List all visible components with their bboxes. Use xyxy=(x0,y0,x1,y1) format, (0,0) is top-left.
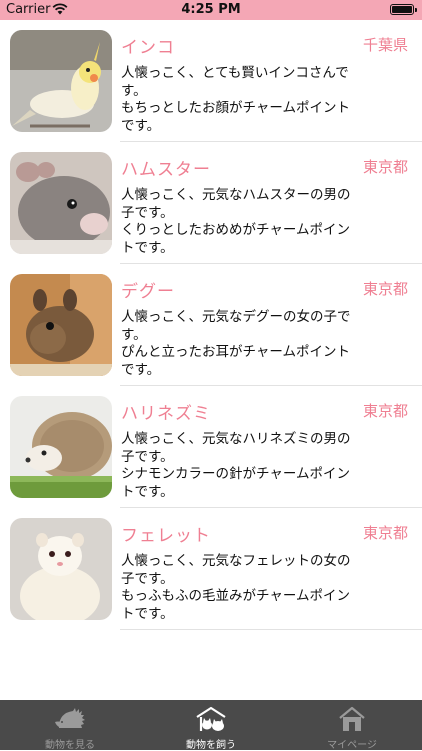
animal-description: 人懐っこく、元気なフェレットの女の 子です。 もっふもふの毛並みがチャームポイン… xyxy=(121,553,373,623)
tab-bar: 動物を見る 動物を飼う マイページ xyxy=(0,700,422,751)
description-line: 人懐っこく、元気なハリネズミの男の xyxy=(121,431,351,447)
description-line: ぴんと立ったお耳がチャームポイント xyxy=(121,344,350,360)
animal-name: フェレット xyxy=(121,526,211,546)
clock: 4:25 PM xyxy=(181,2,241,17)
description-line: もっふもふの毛並みがチャームポイン xyxy=(121,588,350,604)
description-line: トです。 xyxy=(121,239,174,256)
animal-photo-parakeet xyxy=(10,30,112,132)
animal-list: インコ 千葉県 人懐っこく、とても賢いインコさんで す。 もちっとしたお顔がチャ… xyxy=(0,20,422,630)
animal-name: デグー xyxy=(121,282,175,302)
animal-prefecture: 東京都 xyxy=(362,158,408,176)
animal-name: ハリネズミ xyxy=(121,404,211,424)
row-divider xyxy=(120,629,422,630)
tab-label: マイページ xyxy=(327,740,377,751)
animal-description: 人懐っこく、元気なハリネズミの男の 子です。 シナモンカラーの針がチャームポイン… xyxy=(121,431,373,501)
animal-prefecture: 東京都 xyxy=(362,524,408,542)
tab-label: 動物を飼う xyxy=(186,740,236,751)
tab-browse-animals[interactable]: 動物を見る xyxy=(0,700,140,751)
description-line: 人懐っこく、元気なフェレットの女の xyxy=(121,553,351,569)
animal-description: 人懐っこく、とても賢いインコさんで す。 もちっとしたお顔がチャームポイント で… xyxy=(121,65,373,135)
animal-prefecture: 東京都 xyxy=(362,402,408,420)
hedgehog-icon xyxy=(55,708,85,728)
description-line: くりっとしたおめめがチャームポイン xyxy=(121,222,350,238)
description-line: もちっとしたお顔がチャームポイント xyxy=(121,100,350,116)
description-line: です。 xyxy=(121,117,161,134)
animal-photo-hedgehog xyxy=(10,396,112,498)
description-line: す。 xyxy=(121,326,147,343)
animal-name: ハムスター xyxy=(121,160,211,180)
description-line: 子です。 xyxy=(121,570,174,587)
animal-photo-ferret xyxy=(10,518,112,620)
tab-adopt-animals[interactable]: 動物を飼う xyxy=(141,700,281,751)
home-icon xyxy=(339,706,365,731)
animal-photo-hamster xyxy=(10,152,112,254)
description-line: 人懐っこく、元気なデグーの女の子で xyxy=(121,309,351,325)
description-line: トです。 xyxy=(121,605,174,622)
house-animals-icon xyxy=(196,706,226,731)
description-line: シナモンカラーの針がチャームポイン xyxy=(121,466,350,482)
animal-photo-degu xyxy=(10,274,112,376)
animal-prefecture: 東京都 xyxy=(362,280,408,298)
description-line: 子です。 xyxy=(121,448,174,465)
list-item[interactable]: フェレット 東京都 人懐っこく、元気なフェレットの女の 子です。 もっふもふの毛… xyxy=(0,508,422,630)
description-line: 人懐っこく、とても賢いインコさんで xyxy=(121,65,349,81)
tab-my-page[interactable]: マイページ xyxy=(282,700,422,751)
description-line: 子です。 xyxy=(121,204,174,221)
description-line: トです。 xyxy=(121,483,174,500)
list-item[interactable]: ハリネズミ 東京都 人懐っこく、元気なハリネズミの男の 子です。 シナモンカラー… xyxy=(0,386,422,508)
tab-label: 動物を見る xyxy=(45,740,95,751)
description-line: 人懐っこく、元気なハムスターの男の xyxy=(121,187,351,203)
list-item[interactable]: ハムスター 東京都 人懐っこく、元気なハムスターの男の 子です。 くりっとしたお… xyxy=(0,142,422,264)
animal-description: 人懐っこく、元気なハムスターの男の 子です。 くりっとしたおめめがチャームポイン… xyxy=(121,187,373,257)
animal-name: インコ xyxy=(121,38,175,58)
battery-icon xyxy=(390,4,417,15)
status-bar: Carrier 4:25 PM xyxy=(0,0,422,20)
list-item[interactable]: インコ 千葉県 人懐っこく、とても賢いインコさんで す。 もちっとしたお顔がチャ… xyxy=(0,20,422,142)
description-line: す。 xyxy=(121,82,147,99)
animal-prefecture: 千葉県 xyxy=(362,36,408,54)
animal-description: 人懐っこく、元気なデグーの女の子で す。 ぴんと立ったお耳がチャームポイント で… xyxy=(121,309,373,379)
description-line: です。 xyxy=(121,361,161,378)
list-item[interactable]: デグー 東京都 人懐っこく、元気なデグーの女の子で す。 ぴんと立ったお耳がチャ… xyxy=(0,264,422,386)
